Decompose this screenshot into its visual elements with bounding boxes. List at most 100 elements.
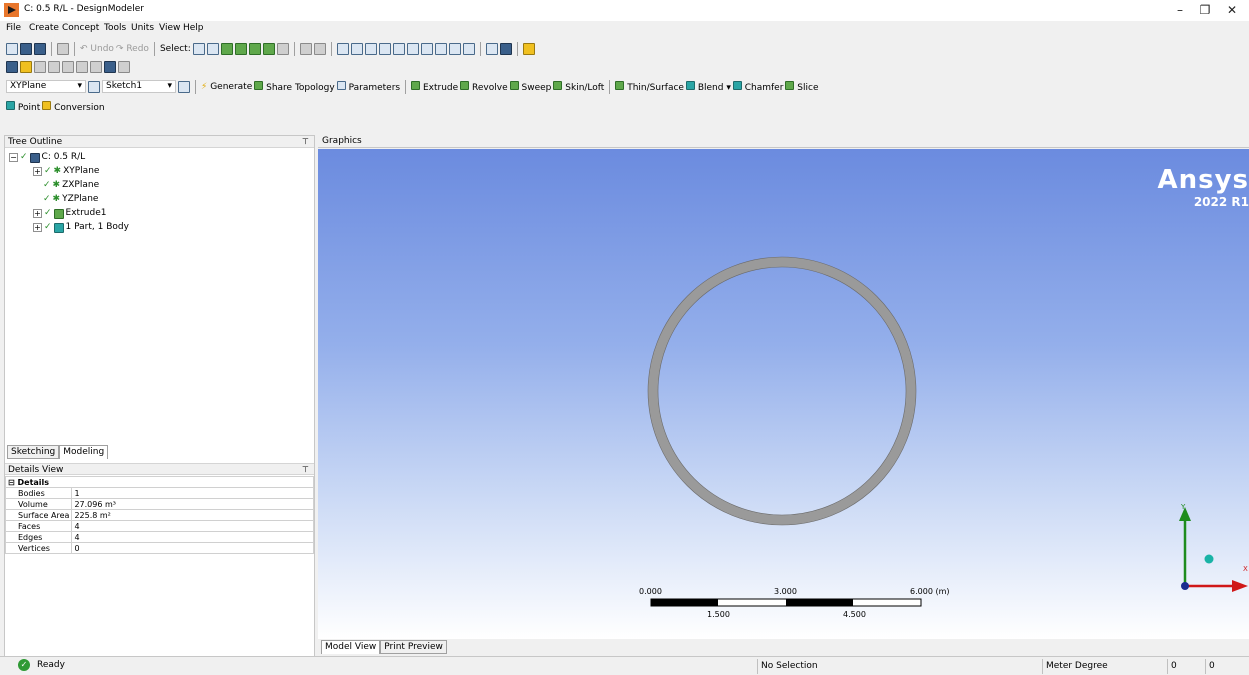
sweep-button[interactable]: Sweep [509,80,551,93]
close-button[interactable]: ✕ [1215,0,1249,21]
line-style-5-icon[interactable] [90,60,102,73]
check-icon: ✓ [20,152,28,162]
line-style-2-icon[interactable] [48,60,60,73]
magnifier-icon[interactable] [420,42,433,55]
tab-modeling[interactable]: Modeling [59,445,109,459]
blend-button[interactable]: Blend ▾ [685,80,731,93]
redo-button[interactable]: ↷ Redo [116,44,149,54]
flag-icon[interactable] [118,60,130,73]
pin-icon[interactable]: ⊤ [302,464,309,476]
iso-view-icon[interactable] [448,42,461,55]
extrude-button[interactable]: Extrude [411,80,458,93]
select-points-icon[interactable] [220,42,233,55]
details-table: ⊟ Details Bodies 1 Volume 27.096 m³ Surf… [4,476,314,554]
expand-icon[interactable]: + [33,167,42,176]
status-field-2: 0 [1205,659,1245,674]
viewport-svg [647,256,1248,607]
axis-y-label: Y [1181,503,1186,511]
tree-root[interactable]: − ✓ C: 0.5 R/L [9,151,85,164]
point-button[interactable]: Point [6,100,40,113]
tree-item-parts[interactable]: + ✓ 1 Part, 1 Body [33,221,129,234]
undo-button[interactable]: ↶ Undo [80,44,114,54]
menu-units[interactable]: Units [131,23,154,33]
help-icon[interactable] [522,42,535,55]
select-edges-icon[interactable] [234,42,247,55]
magnifier-2-icon[interactable] [434,42,447,55]
extend-selection-icon[interactable] [276,42,289,55]
menu-create[interactable]: Create [29,23,59,33]
expand-icon[interactable]: + [33,223,42,232]
tree-item-extrude1[interactable]: + ✓ Extrude1 [33,207,106,220]
chamfer-button[interactable]: Chamfer [732,80,783,93]
parameters-button[interactable]: Parameters [336,80,400,93]
line-style-3-icon[interactable] [62,60,74,73]
select-faces-icon[interactable] [248,42,261,55]
table-row: Surface Area 225.8 m² [4,509,314,521]
color-icon[interactable] [6,60,18,73]
screenshot-icon[interactable] [57,42,69,55]
check-icon: ✓ [44,208,52,218]
tree-item-yzplane[interactable]: ✓ ✱ YZPlane [43,193,98,206]
display-icon[interactable] [462,42,475,55]
save-as-icon[interactable] [34,42,46,55]
tab-model-view[interactable]: Model View [321,640,381,654]
tree-outline-header: Tree Outline ⊤ [5,136,314,148]
graphics-viewport[interactable]: Ansys 2022 R1 0.000 3.000 6.000 (m) 1.50… [318,149,1249,639]
line-style-4-icon[interactable] [76,60,88,73]
thin-surface-button[interactable]: Thin/Surface [615,80,684,93]
pin-icon[interactable]: ⊤ [302,136,309,148]
box-select-icon[interactable] [299,42,312,55]
menu-file[interactable]: File [6,23,21,33]
zoom-in-icon[interactable] [378,42,391,55]
select-bodies-icon[interactable] [262,42,275,55]
toolbar-row-4: Point Conversion [0,97,1249,115]
scale-label-1-5: 1.500 [707,610,730,619]
model-icon [29,152,40,163]
plane-icon: ✱ [52,194,61,204]
conversion-button[interactable]: Conversion [42,100,105,113]
menu-tools[interactable]: Tools [104,23,126,33]
zoom-fit-icon[interactable] [406,42,419,55]
display-mode-icon[interactable] [499,42,512,55]
zoom-icon[interactable] [364,42,377,55]
table-row: Volume 27.096 m³ [4,498,314,510]
tab-sketching[interactable]: Sketching [7,445,60,459]
ansys-app-icon [4,3,19,17]
skin-loft-button[interactable]: Skin/Loft [553,80,604,93]
scale-bar-seg1 [651,599,718,606]
extrude-icon [53,208,64,219]
menu-help[interactable]: Help [183,23,204,33]
pan-icon[interactable] [350,42,363,55]
revolve-button[interactable]: Revolve [460,80,508,93]
scale-label-4-5: 4.500 [843,610,866,619]
select-filter-icon[interactable] [206,42,219,55]
tree-item-zxplane[interactable]: ✓ ✱ ZXPlane [43,179,99,192]
new-icon[interactable] [6,42,18,55]
slice-button[interactable]: Slice [785,80,819,93]
triad-icon[interactable] [485,42,498,55]
save-icon[interactable] [20,42,32,55]
new-plane-icon[interactable] [88,80,100,93]
menu-view[interactable]: View [159,23,180,33]
sketch-dropdown[interactable]: Sketch1 ▾ [102,80,176,93]
highlight-icon[interactable] [20,60,32,73]
box-select-2-icon[interactable] [313,42,326,55]
new-sketch-icon[interactable] [178,80,190,93]
share-topology-button[interactable]: Share Topology [254,80,335,93]
scale-label-0: 0.000 [639,587,662,596]
tab-print-preview[interactable]: Print Preview [380,640,447,654]
expand-icon[interactable]: + [33,209,42,218]
plane-dropdown[interactable]: XYPlane ▾ [6,80,86,93]
collapse-icon[interactable]: − [9,153,18,162]
generate-button[interactable]: ⚡ Generate [201,82,252,92]
axis-origin [1181,582,1189,590]
arrow-icon[interactable] [104,60,116,73]
details-section[interactable]: ⊟ Details [5,476,314,488]
line-style-1-icon[interactable] [34,60,46,73]
rotate-icon[interactable] [336,42,349,55]
status-units[interactable]: Meter Degree [1042,659,1167,674]
select-mode-icon[interactable] [192,42,205,55]
menu-concept[interactable]: Concept [62,23,99,33]
tree-item-xyplane[interactable]: + ✓ ✱ XYPlane [33,165,99,178]
zoom-box-icon[interactable] [392,42,405,55]
